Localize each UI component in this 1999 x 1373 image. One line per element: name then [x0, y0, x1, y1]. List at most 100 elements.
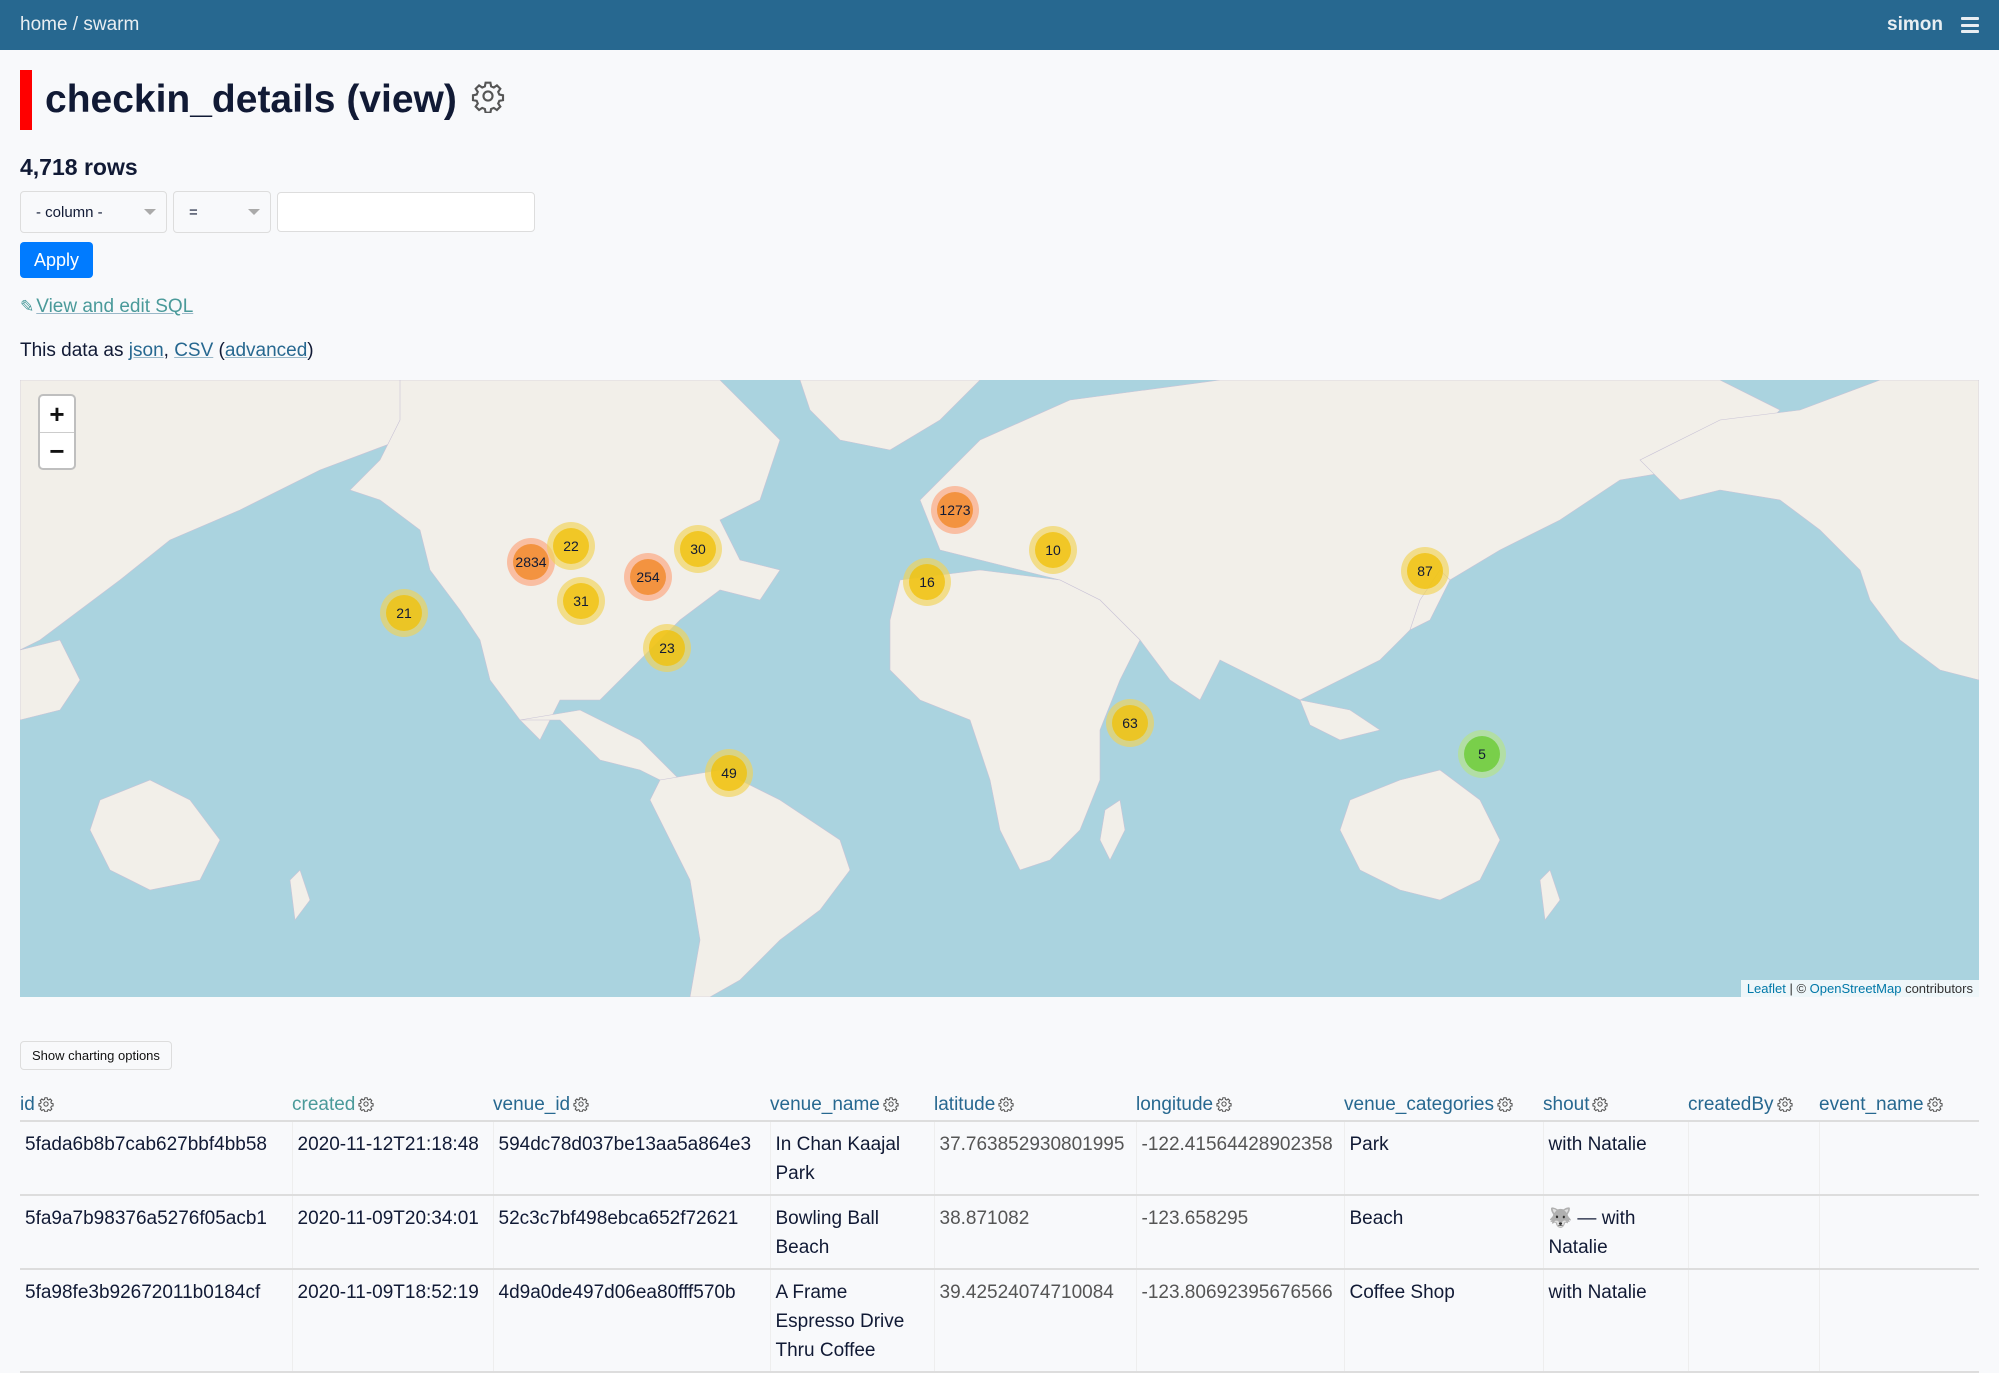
table-cell-venue-categories: Coffee Shop	[1344, 1269, 1544, 1373]
gear-icon[interactable]	[998, 1096, 1014, 1113]
attribution-suffix: contributors	[1901, 981, 1973, 996]
breadcrumb: home / swarm	[20, 14, 139, 36]
table-cell-latitude: 39.42524074710084	[934, 1269, 1137, 1373]
export-links: This data as json, CSV (advanced)	[20, 340, 1979, 362]
cluster-marker[interactable]: 23	[643, 624, 691, 672]
column-header-venue-name[interactable]: venue_name	[770, 1090, 934, 1122]
chevron-down-icon	[144, 209, 156, 215]
table-body: 5fada6b8b7cab627bbf4bb58 2020-11-12T21:18…	[20, 1121, 1979, 1373]
gear-icon[interactable]	[1216, 1096, 1232, 1113]
csv-link[interactable]: CSV	[174, 340, 213, 361]
gear-icon[interactable]	[38, 1096, 54, 1113]
title-accent-bar	[20, 70, 32, 130]
cluster-marker[interactable]: 63	[1106, 699, 1154, 747]
export-comma: ,	[163, 340, 175, 361]
filter-value-input[interactable]	[277, 192, 535, 232]
zoom-out-button[interactable]: −	[40, 433, 74, 468]
gear-icon[interactable]	[1497, 1096, 1513, 1113]
column-header-label[interactable]: venue_name	[770, 1094, 880, 1115]
gear-icon[interactable]	[1776, 1096, 1793, 1113]
show-charting-options-button[interactable]: Show charting options	[20, 1041, 172, 1070]
table-cell-venue-id: 594dc78d037be13aa5a864e3	[493, 1121, 771, 1196]
cluster-map[interactable]: + − 2834 22 30 254 31 21 23 49 1273 10 16 63 87 5 Lea…	[20, 380, 1979, 997]
row-count: 4,718 rows	[20, 154, 138, 180]
cluster-marker[interactable]: 5	[1458, 730, 1506, 778]
cluster-marker[interactable]: 49	[705, 749, 753, 797]
table-cell-id: 5fa9a7b98376a5276f05acb1	[20, 1195, 293, 1270]
table-cell-venue-name: A Frame Espresso Drive Thru Coffee	[770, 1269, 935, 1373]
gear-icon[interactable]	[883, 1096, 899, 1113]
column-header-label[interactable]: id	[20, 1094, 35, 1115]
column-header-label[interactable]: latitude	[934, 1094, 995, 1115]
table-cell-id: 5fa98fe3b92672011b0184cf	[20, 1269, 293, 1373]
column-header-longitude[interactable]: longitude	[1136, 1090, 1344, 1122]
column-header-latitude[interactable]: latitude	[934, 1090, 1136, 1122]
cluster-marker[interactable]: 30	[674, 525, 722, 573]
view-edit-sql-link[interactable]: View and edit SQL	[36, 296, 193, 317]
breadcrumb-separator: /	[67, 14, 84, 35]
column-header-label[interactable]: shout	[1543, 1094, 1589, 1115]
pencil-icon: ✎	[20, 297, 35, 316]
column-header-venue-id[interactable]: venue_id	[493, 1090, 770, 1122]
table-cell-shout: with Natalie	[1543, 1121, 1689, 1196]
cluster-marker[interactable]: 254	[624, 553, 672, 601]
cluster-count: 5	[1464, 736, 1500, 772]
cluster-marker[interactable]: 87	[1401, 547, 1449, 595]
breadcrumb-home-link[interactable]: home	[20, 14, 68, 35]
json-link[interactable]: json	[129, 340, 164, 361]
zoom-control: + −	[38, 394, 76, 470]
top-nav-bar: home / swarm simon	[0, 0, 1999, 50]
cluster-marker[interactable]: 10	[1029, 526, 1077, 574]
table-cell-created: 2020-11-09T18:52:19	[292, 1269, 494, 1373]
cluster-count: 30	[680, 531, 716, 567]
column-header-label[interactable]: event_name	[1819, 1094, 1924, 1115]
table-cell-venue-id: 4d9a0de497d06ea80fff570b	[493, 1269, 771, 1373]
gear-icon[interactable]	[573, 1096, 589, 1113]
column-header-label[interactable]: venue_id	[493, 1094, 570, 1115]
results-table: id created venue_id venue_name latitude longi…	[20, 1090, 1979, 1373]
breadcrumb-database-link[interactable]: swarm	[83, 14, 139, 35]
column-select[interactable]: - column -	[20, 191, 167, 233]
leaflet-link[interactable]: Leaflet	[1747, 981, 1786, 996]
export-paren-close: )	[307, 340, 314, 361]
hamburger-icon[interactable]	[1961, 17, 1979, 33]
page-title: checkin_details (view)	[45, 78, 457, 121]
column-header-label[interactable]: created	[292, 1094, 355, 1115]
cluster-marker[interactable]: 22	[547, 522, 595, 570]
column-header-event-name[interactable]: event_name	[1819, 1090, 1979, 1122]
column-header-createdby[interactable]: createdBy	[1688, 1090, 1819, 1122]
column-header-shout[interactable]: shout	[1543, 1090, 1688, 1122]
cluster-count: 254	[630, 559, 666, 595]
cluster-marker[interactable]: 1273	[931, 486, 979, 534]
table-header-row: id created venue_id venue_name latitude longi…	[20, 1090, 1979, 1122]
zoom-in-button[interactable]: +	[40, 396, 74, 433]
gear-icon[interactable]	[1592, 1096, 1609, 1113]
cluster-count: 31	[563, 583, 599, 619]
table-cell-venue-categories: Park	[1344, 1121, 1544, 1196]
cluster-marker[interactable]: 21	[380, 589, 428, 637]
map-attribution: Leaflet | © OpenStreetMap contributors	[1740, 980, 1979, 997]
map-tiles	[20, 380, 1979, 997]
column-header-label[interactable]: longitude	[1136, 1094, 1213, 1115]
export-prefix: This data as	[20, 340, 129, 361]
table-cell-longitude: -122.41564428902358	[1136, 1121, 1345, 1196]
table-cell-event-name	[1819, 1121, 1979, 1196]
advanced-link[interactable]: advanced	[225, 340, 307, 361]
table-cell-created: 2020-11-12T21:18:48	[292, 1121, 494, 1196]
cluster-marker[interactable]: 16	[903, 558, 951, 606]
table-cell-shout: with Natalie	[1543, 1269, 1689, 1373]
column-select-value: - column -	[36, 203, 103, 221]
column-header-label[interactable]: createdBy	[1688, 1094, 1774, 1115]
operator-select[interactable]: =	[173, 191, 271, 233]
gear-icon[interactable]	[358, 1096, 374, 1113]
column-header-created[interactable]: created	[292, 1090, 493, 1122]
cluster-marker[interactable]: 31	[557, 577, 605, 625]
column-header-venue-categories[interactable]: venue_categories	[1344, 1090, 1543, 1122]
column-header-id[interactable]: id	[20, 1090, 292, 1122]
apply-button[interactable]: Apply	[20, 242, 94, 278]
gear-icon[interactable]	[1926, 1096, 1943, 1113]
openstreetmap-link[interactable]: OpenStreetMap	[1810, 981, 1902, 996]
column-header-label[interactable]: venue_categories	[1344, 1094, 1494, 1115]
gear-icon[interactable]	[471, 79, 505, 113]
table-cell-event-name	[1819, 1195, 1979, 1270]
